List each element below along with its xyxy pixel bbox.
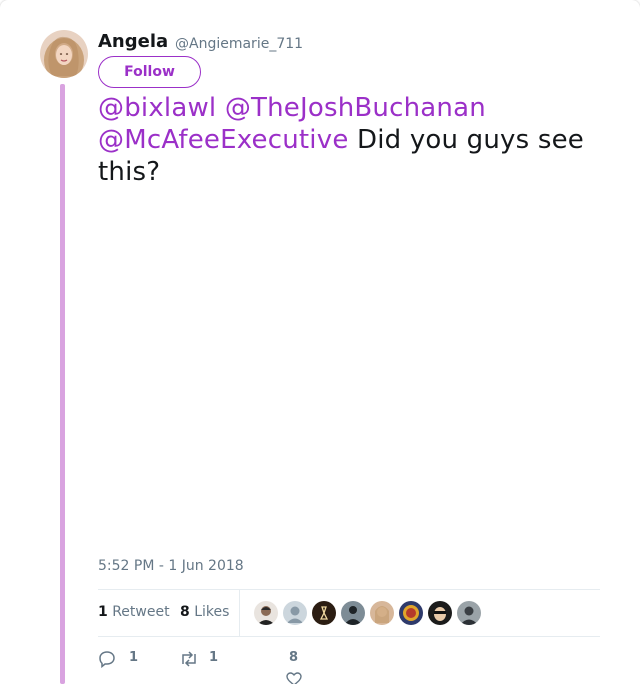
liker-avatar[interactable]	[370, 601, 394, 625]
heart-icon[interactable]	[286, 672, 302, 684]
thread-line	[60, 84, 65, 684]
retweet-count: 1	[209, 650, 219, 665]
liker-avatar[interactable]	[341, 601, 365, 625]
follow-button[interactable]: Follow	[98, 56, 201, 88]
liker-avatar[interactable]	[283, 601, 307, 625]
mention-link[interactable]: @McAfeeExecutive	[98, 125, 349, 155]
reply-count: 1	[129, 650, 139, 665]
liker-avatar[interactable]	[312, 601, 336, 625]
author-handle[interactable]: @Angiemarie_711	[175, 35, 303, 53]
tweet-card: Angela @Angiemarie_711 Follow @bixlawl @…	[0, 0, 640, 684]
retweet-stat-label: Retweet	[112, 604, 170, 620]
tweet-text: @bixlawl @TheJoshBuchanan @McAfeeExecuti…	[98, 92, 618, 188]
liker-avatar[interactable]	[254, 601, 278, 625]
liker-avatar[interactable]	[457, 601, 481, 625]
retweet-stat[interactable]: 1 Retweet	[98, 604, 170, 620]
mention-link[interactable]: @bixlawl	[98, 93, 216, 123]
like-count: 8	[289, 650, 299, 665]
likes-stat-label: Likes	[194, 604, 230, 620]
tweet-actions: 1 1 8	[98, 646, 598, 684]
engagement-stats: 1 Retweet 8 Likes	[98, 589, 600, 637]
reply-icon[interactable]	[98, 650, 116, 668]
author-avatar[interactable]	[40, 30, 88, 78]
mention-link[interactable]: @TheJoshBuchanan	[225, 93, 486, 123]
likes-stat[interactable]: 8 Likes	[180, 604, 229, 620]
tweet-timestamp[interactable]: 5:52 PM - 1 Jun 2018	[98, 558, 244, 574]
likes-stat-count: 8	[180, 604, 190, 620]
author-name[interactable]: Angela	[98, 31, 168, 53]
retweet-stat-count: 1	[98, 604, 108, 620]
liker-avatar[interactable]	[428, 601, 452, 625]
stats-divider	[239, 590, 240, 636]
liker-avatar[interactable]	[399, 601, 423, 625]
retweet-icon[interactable]	[179, 650, 199, 668]
